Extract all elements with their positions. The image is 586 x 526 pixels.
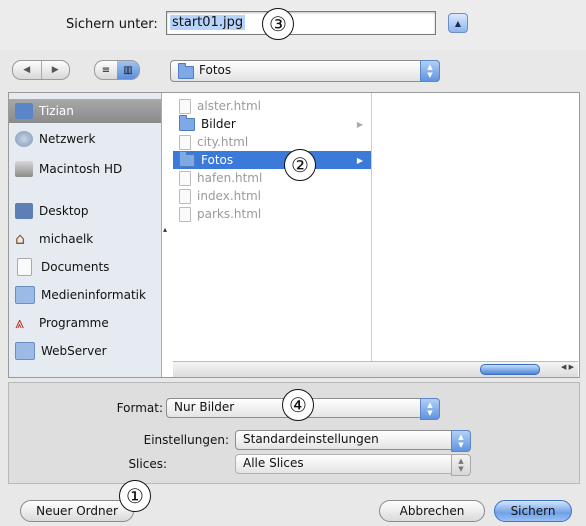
popup-arrows-icon: ▲ ▼ (451, 430, 471, 452)
file-column: alster.html Bilder ▶ city.html Fotos ▶ h… (173, 93, 372, 363)
list-item-selected[interactable]: Fotos ▶ (173, 150, 371, 169)
view-mode-control[interactable]: ≡ ▥ (94, 60, 140, 80)
computer-icon (15, 103, 33, 119)
html-file-icon (179, 188, 191, 204)
location-popup[interactable]: Fotos ▲ ▼ (170, 60, 440, 82)
folder-icon (178, 63, 194, 79)
format-value: Nur Bilder (174, 400, 235, 414)
splitter-handle-icon[interactable]: ▴ (163, 225, 167, 234)
file-browser: Tizian Netzwerk Macintosh HD Desktop ⌂ m… (8, 92, 580, 378)
sidebar: Tizian Netzwerk Macintosh HD Desktop ⌂ m… (9, 93, 167, 377)
sidebar-item-macintosh-hd[interactable]: Macintosh HD (9, 157, 161, 181)
save-as-input[interactable]: start01.jpg (166, 11, 436, 35)
sidebar-item-label: WebServer (41, 344, 107, 358)
slices-label: Slices: (128, 457, 167, 471)
chevron-right-icon: ▶ (356, 119, 363, 129)
popup-arrows-icon: ▲ ▼ (420, 60, 440, 82)
slices-value: Alle Slices (243, 456, 304, 470)
sidebar-item-tizian[interactable]: Tizian (9, 99, 161, 123)
sidebar-item-documents[interactable]: Documents (9, 255, 161, 279)
chevron-right-icon: ▶ (356, 155, 363, 165)
html-file-icon (179, 98, 191, 114)
empty-column (372, 93, 578, 361)
file-name: hafen.html (197, 171, 263, 185)
file-name: index.html (197, 189, 261, 203)
sidebar-item-webserver[interactable]: WebServer (9, 339, 161, 363)
list-item[interactable]: index.html (173, 187, 371, 205)
scrollbar-thumb[interactable] (480, 364, 540, 375)
scroll-arrows-icon[interactable]: ◀ ▶ (561, 363, 574, 371)
sidebar-item-label: Documents (41, 260, 110, 274)
sidebar-item-label: Netzwerk (39, 132, 96, 146)
settings-popup[interactable]: Standardeinstellungen ▲ ▼ (235, 430, 471, 452)
sidebar-item-label: Tizian (39, 104, 74, 118)
callout-2: ② (284, 149, 316, 181)
sidebar-item-label: Desktop (39, 204, 89, 218)
sidebar-item-label: Programme (39, 316, 109, 330)
collapse-dialog-button[interactable]: ▲ (448, 13, 468, 33)
sidebar-item-label: michaelk (39, 232, 94, 246)
sidebar-item-label: Medieninformatik (41, 288, 146, 302)
document-icon (17, 258, 32, 276)
file-name: Bilder (201, 117, 236, 131)
list-view-icon[interactable]: ≡ (95, 61, 117, 79)
sidebar-item-michaelk[interactable]: ⌂ michaelk (9, 227, 161, 251)
folder-icon (179, 150, 195, 167)
sidebar-item-medieninformatik[interactable]: Medieninformatik (9, 283, 161, 307)
list-item[interactable]: hafen.html (173, 169, 371, 187)
list-item[interactable]: Bilder ▶ (173, 114, 371, 133)
settings-label: Einstellungen: (143, 433, 229, 447)
hard-disk-icon (15, 161, 33, 177)
settings-value: Standardeinstellungen (243, 432, 379, 446)
applications-icon: ⩓ (15, 313, 25, 332)
triangle-up-icon: ▲ (454, 18, 462, 28)
save-as-label: Sichern unter: (66, 17, 158, 32)
list-item[interactable]: parks.html (173, 205, 371, 223)
file-name: city.html (197, 135, 249, 149)
horizontal-scrollbar[interactable]: ◀ ▶ (173, 361, 578, 377)
sidebar-item-netzwerk[interactable]: Netzwerk (9, 127, 161, 151)
file-name: alster.html (197, 99, 262, 113)
sidebar-item-label: Macintosh HD (39, 162, 123, 176)
slices-popup[interactable]: Alle Slices ▲ ▼ (235, 454, 471, 476)
html-file-icon (179, 206, 191, 222)
file-name: parks.html (197, 207, 262, 221)
desktop-icon (15, 203, 33, 219)
popup-arrows-icon: ▲ ▼ (451, 454, 471, 476)
back-icon[interactable]: ◀ (13, 61, 42, 79)
html-file-icon (179, 170, 191, 186)
sidebar-item-desktop[interactable]: Desktop (9, 199, 161, 223)
file-name: Fotos (201, 153, 234, 167)
callout-1: ① (119, 480, 151, 512)
save-button[interactable]: Sichern (494, 500, 572, 522)
html-file-icon (179, 134, 191, 150)
forward-icon[interactable]: ▶ (42, 61, 70, 79)
callout-3: ③ (262, 8, 294, 40)
network-icon (15, 131, 33, 147)
popup-arrows-icon: ▲ ▼ (420, 398, 440, 420)
new-folder-button[interactable]: Neuer Ordner (20, 500, 134, 522)
folder-icon (179, 114, 195, 131)
callout-4: ④ (282, 389, 314, 421)
folder-icon (15, 286, 35, 304)
location-label: Fotos (199, 63, 232, 77)
format-label: Format: (116, 401, 163, 415)
column-view-icon[interactable]: ▥ (117, 61, 139, 79)
back-forward-control[interactable]: ◀ ▶ (12, 60, 70, 80)
save-as-value[interactable]: start01.jpg (170, 15, 246, 30)
list-item[interactable]: alster.html (173, 97, 371, 115)
sidebar-item-programme[interactable]: ⩓ Programme (9, 311, 161, 335)
folder-icon (15, 342, 35, 360)
list-item[interactable]: city.html (173, 133, 371, 151)
home-icon: ⌂ (15, 229, 26, 248)
cancel-button[interactable]: Abbrechen (379, 500, 485, 522)
